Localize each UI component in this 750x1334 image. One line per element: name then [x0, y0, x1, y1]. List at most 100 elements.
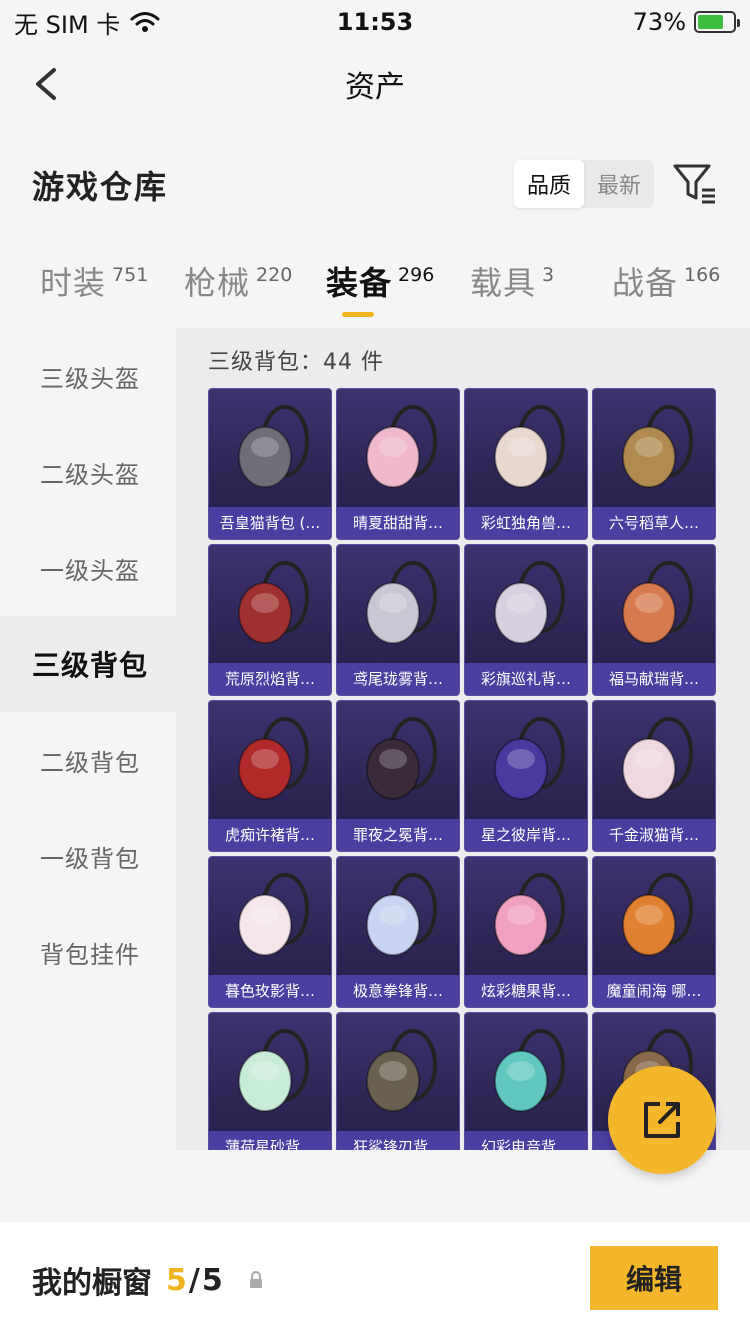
warehouse-header: 游戏仓库 品质 最新 — [0, 150, 750, 220]
sidebar-item-lv1-backpack[interactable]: 一级背包 — [0, 808, 176, 904]
item-card[interactable]: 薄荷星砂背… — [208, 1012, 332, 1150]
item-card[interactable]: 六号稻草人… — [592, 388, 716, 540]
item-card[interactable]: 极意拳锋背… — [336, 856, 460, 1008]
showcase-total-count: 5 — [201, 1262, 223, 1298]
sort-toggle: 品质 最新 — [514, 160, 654, 208]
tab-label: 装备 — [326, 264, 393, 302]
sidebar-item-backpack-charm[interactable]: 背包挂件 — [0, 904, 176, 1000]
item-name: 福马献瑞背… — [593, 663, 715, 695]
backpack-image — [238, 405, 309, 488]
item-name: 暮色玫影背… — [209, 975, 331, 1007]
item-name: 虎痴许褚背… — [209, 819, 331, 851]
backpack-image — [366, 561, 437, 644]
item-name: 吾皇猫背包 (… — [209, 507, 331, 539]
backpack-image — [366, 1029, 437, 1112]
backpack-image — [622, 405, 693, 488]
backpack-image — [238, 561, 309, 644]
backpack-image — [494, 1029, 565, 1112]
active-tab-indicator — [342, 312, 374, 317]
edit-button[interactable]: 编辑 — [590, 1246, 718, 1310]
sidebar: 三级头盔 二级头盔 一级头盔 三级背包 二级背包 一级背包 背包挂件 — [0, 328, 176, 1000]
category-tabs: 时装 751 枪械 220 装备 296 载具 3 战备 166 — [0, 258, 750, 322]
item-card[interactable]: 彩虹独角兽… — [464, 388, 588, 540]
chevron-left-icon[interactable] — [28, 64, 68, 104]
sidebar-item-lv3-backpack[interactable]: 三级背包 — [0, 616, 176, 712]
item-card[interactable]: 暮色玫影背… — [208, 856, 332, 1008]
status-bar: 无 SIM 卡 11:53 73% — [0, 0, 750, 44]
backpack-image — [366, 405, 437, 488]
item-name: 彩虹独角兽… — [465, 507, 587, 539]
item-name: 晴夏甜甜背… — [337, 507, 459, 539]
sidebar-item-lv2-backpack[interactable]: 二级背包 — [0, 712, 176, 808]
item-card[interactable]: 炫彩糖果背… — [464, 856, 588, 1008]
battery-percent: 73% — [632, 8, 686, 36]
tab-equipment[interactable]: 装备 296 — [326, 258, 434, 304]
tab-count: 3 — [542, 264, 555, 286]
tab-battle-gear[interactable]: 战备 166 — [612, 258, 720, 304]
tab-label: 枪械 — [184, 264, 251, 302]
item-name: 极意拳锋背… — [337, 975, 459, 1007]
tab-label: 时装 — [40, 264, 107, 302]
tab-firearms[interactable]: 枪械 220 — [184, 258, 292, 304]
item-name: 幻彩电音背… — [465, 1131, 587, 1150]
filter-list-icon[interactable] — [672, 162, 718, 206]
sort-option-latest[interactable]: 最新 — [584, 160, 654, 208]
bottom-bar: 我的橱窗 5 / 5 编辑 — [0, 1222, 750, 1334]
item-name: 千金淑猫背… — [593, 819, 715, 851]
showcase-summary: 我的橱窗 5 / 5 — [32, 1258, 265, 1302]
item-name: 荒原烈焰背… — [209, 663, 331, 695]
backpack-image — [494, 405, 565, 488]
item-name: 星之彼岸背… — [465, 819, 587, 851]
sort-option-quality[interactable]: 品质 — [514, 160, 584, 208]
backpack-image — [622, 717, 693, 800]
tab-label: 载具 — [470, 264, 537, 302]
wifi-icon — [130, 12, 160, 32]
backpack-image — [238, 717, 309, 800]
item-name: 炫彩糖果背… — [465, 975, 587, 1007]
item-count-title: 三级背包：44 件 — [208, 350, 384, 375]
item-panel: 三级背包：44 件 吾皇猫背包 (… 晴夏甜甜背… 彩虹独角兽… 六号稻草人… 荒原烈焰… — [176, 328, 750, 1150]
tab-fashion[interactable]: 时装 751 — [40, 258, 148, 304]
item-card[interactable]: 千金淑猫背… — [592, 700, 716, 852]
clock-text: 11:53 — [336, 8, 414, 36]
external-link-icon — [644, 1102, 680, 1138]
backpack-image — [494, 873, 565, 956]
tab-label: 战备 — [612, 264, 679, 302]
item-card[interactable]: 狂鲨锋刃背… — [336, 1012, 460, 1150]
sidebar-item-lv3-helmet[interactable]: 三级头盔 — [0, 328, 176, 424]
item-name: 六号稻草人… — [593, 507, 715, 539]
item-card[interactable]: 虎痴许褚背… — [208, 700, 332, 852]
item-card[interactable]: 幻彩电音背… — [464, 1012, 588, 1150]
showcase-current-count: 5 — [166, 1262, 187, 1298]
backpack-image — [366, 717, 437, 800]
backpack-image — [622, 873, 693, 956]
item-card[interactable]: 罪夜之冕背… — [336, 700, 460, 852]
sidebar-item-lv1-helmet[interactable]: 一级头盔 — [0, 520, 176, 616]
item-name: 薄荷星砂背… — [209, 1131, 331, 1150]
backpack-image — [494, 717, 565, 800]
item-card[interactable]: 晴夏甜甜背… — [336, 388, 460, 540]
item-card[interactable]: 荒原烈焰背… — [208, 544, 332, 696]
status-left: 无 SIM 卡 — [14, 5, 160, 40]
share-button[interactable] — [608, 1066, 716, 1174]
item-card[interactable]: 彩旗巡礼背… — [464, 544, 588, 696]
backpack-image — [366, 873, 437, 956]
item-card[interactable]: 鸢尾珑雾背… — [336, 544, 460, 696]
item-card[interactable]: 魔童闹海 哪… — [592, 856, 716, 1008]
sidebar-item-lv2-helmet[interactable]: 二级头盔 — [0, 424, 176, 520]
tab-count: 166 — [684, 264, 721, 286]
backpack-image — [622, 561, 693, 644]
nav-bar: 资产 — [0, 44, 750, 124]
page-title: 资产 — [345, 70, 405, 105]
status-right: 73% — [632, 8, 740, 36]
item-name: 魔童闹海 哪… — [593, 975, 715, 1007]
tab-count: 751 — [112, 264, 149, 286]
item-name: 狂鲨锋刃背… — [337, 1131, 459, 1150]
item-card[interactable]: 吾皇猫背包 (… — [208, 388, 332, 540]
item-card[interactable]: 星之彼岸背… — [464, 700, 588, 852]
item-card[interactable]: 福马献瑞背… — [592, 544, 716, 696]
item-name: 罪夜之冕背… — [337, 819, 459, 851]
tab-vehicles[interactable]: 载具 3 — [470, 258, 554, 304]
backpack-image — [238, 873, 309, 956]
carrier-text: 无 SIM 卡 — [14, 10, 121, 39]
